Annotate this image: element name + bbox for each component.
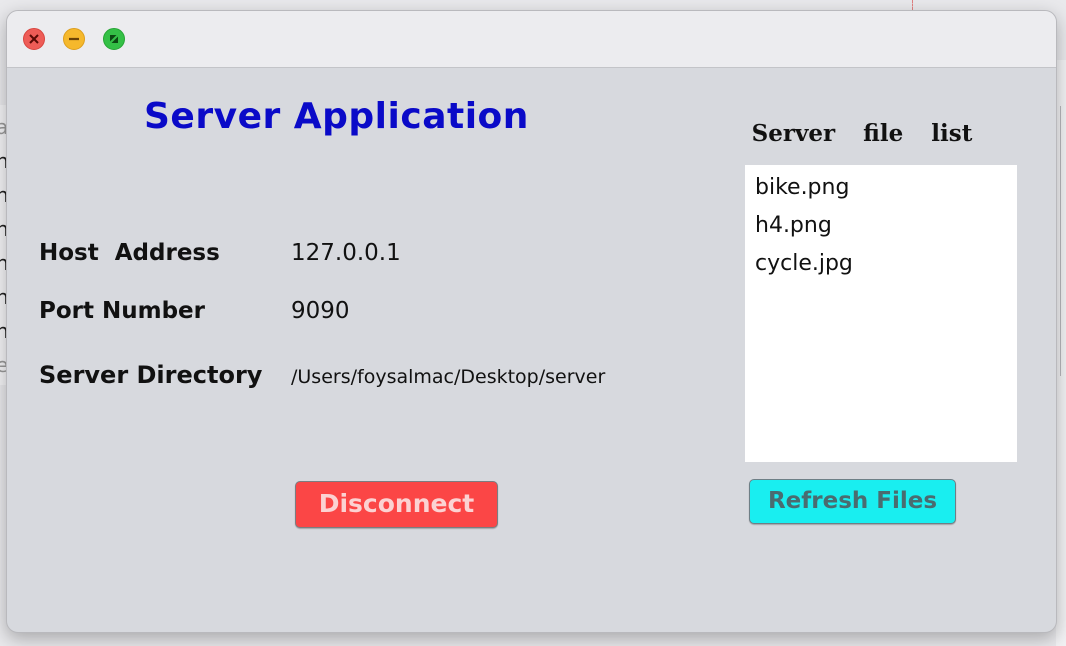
close-icon — [29, 34, 39, 44]
background-window-edge — [1056, 60, 1066, 646]
host-address-value: 127.0.0.1 — [291, 240, 401, 266]
background-guide-line — [912, 0, 913, 10]
server-directory-value: /Users/foysalmac/Desktop/server — [291, 366, 606, 388]
desktop: a n n n n n n e Server Application Host … — [0, 0, 1066, 646]
port-number-value: 9090 — [291, 298, 350, 324]
file-list-heading: Server file list — [751, 120, 973, 147]
port-number-label: Port Number — [39, 298, 205, 324]
fullscreen-button[interactable] — [103, 28, 125, 50]
server-file-list[interactable]: bike.png h4.png cycle.jpg — [745, 165, 1017, 462]
app-title: Server Application — [144, 96, 529, 137]
title-bar[interactable] — [7, 11, 1056, 68]
refresh-files-button[interactable]: Refresh Files — [749, 479, 956, 524]
minimize-button[interactable] — [63, 28, 85, 50]
fullscreen-icon — [110, 35, 118, 43]
file-list-item[interactable]: cycle.jpg — [745, 247, 1017, 285]
server-application-window: Server Application Host Address 127.0.0.… — [6, 10, 1057, 633]
server-directory-label: Server Directory — [39, 361, 263, 389]
file-list-item[interactable]: bike.png — [745, 171, 1017, 209]
minimize-icon — [69, 37, 79, 41]
disconnect-button[interactable]: Disconnect — [295, 481, 498, 528]
background-scrollbar — [1060, 106, 1061, 376]
file-list-item[interactable]: h4.png — [745, 209, 1017, 247]
close-button[interactable] — [23, 28, 45, 50]
host-address-label: Host Address — [39, 240, 220, 266]
